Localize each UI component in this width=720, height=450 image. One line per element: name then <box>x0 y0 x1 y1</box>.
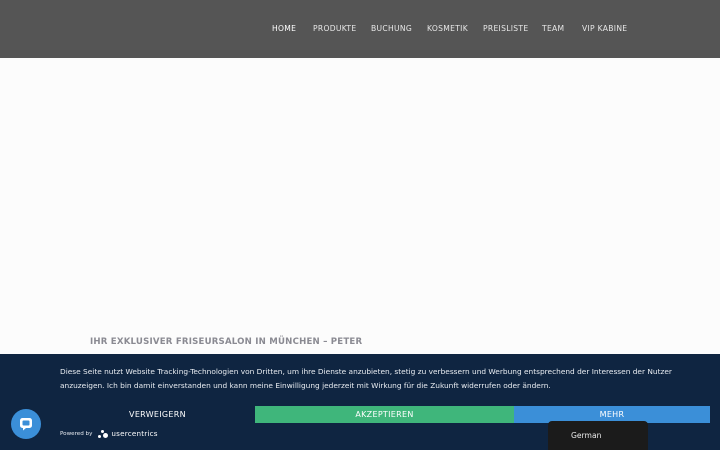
powered-by-label: Powered by <box>60 430 93 437</box>
nav-item-produkte[interactable]: PRODUKTE <box>313 24 371 33</box>
usercentrics-brand-name: usercentrics <box>111 429 158 438</box>
hero-section <box>0 58 720 354</box>
chat-bubble-icon <box>20 418 32 431</box>
nav-item-team[interactable]: TEAM <box>542 24 582 33</box>
accept-button[interactable]: AKZEPTIEREN <box>255 406 514 423</box>
powered-by[interactable]: Powered by usercentrics <box>60 429 158 438</box>
usercentrics-logo-icon <box>98 429 109 438</box>
main-nav: HOME PRODUKTE BUCHUNG KOSMETIK PREISLIST… <box>272 24 627 33</box>
language-switcher[interactable]: German <box>548 421 648 450</box>
nav-item-kosmetik[interactable]: KOSMETIK <box>427 24 483 33</box>
site-header: HOME PRODUKTE BUCHUNG KOSMETIK PREISLIST… <box>0 0 720 58</box>
page-headline: IHR EXKLUSIVER FRISEURSALON IN MÜNCHEN –… <box>90 337 363 347</box>
nav-item-home[interactable]: HOME <box>272 24 313 33</box>
language-current: German <box>571 431 602 440</box>
consent-text: Diese Seite nutzt Website Tracking-Techn… <box>60 367 672 390</box>
nav-item-vip-kabine[interactable]: VIP KABINE <box>582 24 627 33</box>
usercentrics-logo: usercentrics <box>98 429 158 438</box>
nav-item-preisliste[interactable]: PREISLISTE <box>483 24 542 33</box>
chat-button[interactable] <box>11 409 41 439</box>
deny-button[interactable]: VERWEIGERN <box>60 406 255 423</box>
nav-item-buchung[interactable]: BUCHUNG <box>371 24 427 33</box>
